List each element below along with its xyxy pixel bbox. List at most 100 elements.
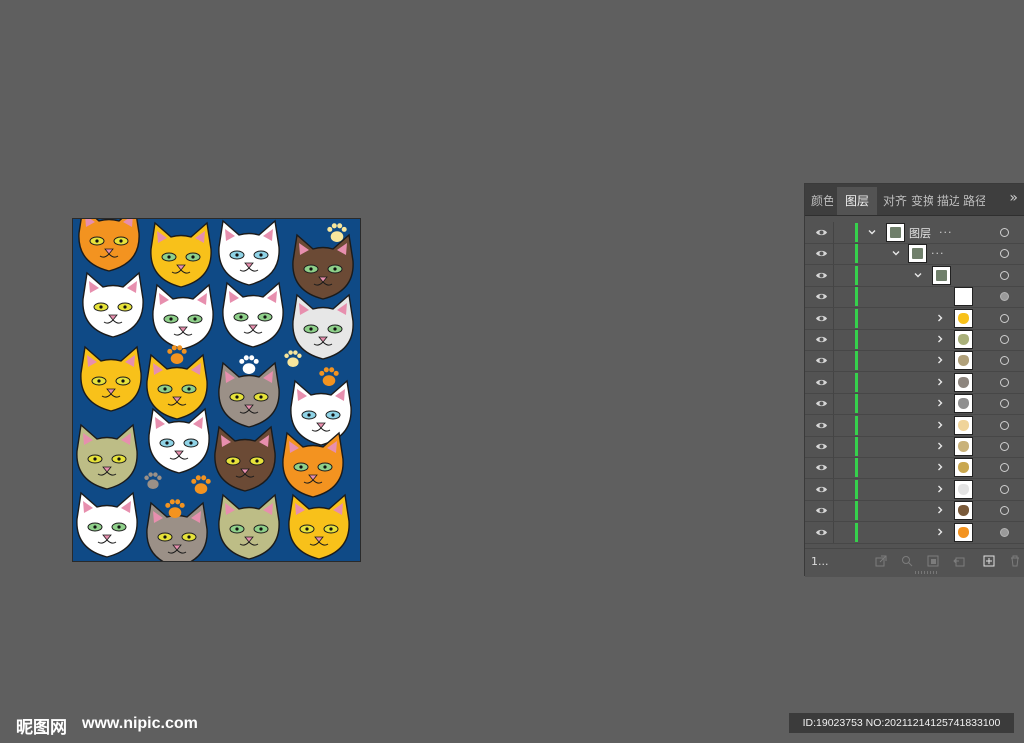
layer-row[interactable] <box>805 457 1024 480</box>
cat-head <box>82 271 144 338</box>
target-circle-icon[interactable] <box>1000 292 1009 302</box>
lock-column[interactable] <box>833 222 834 243</box>
layer-row[interactable] <box>805 329 1024 351</box>
target-circle-icon[interactable] <box>1000 506 1009 516</box>
lock-column[interactable] <box>833 264 834 286</box>
target-circle-icon[interactable] <box>1000 463 1009 473</box>
target-circle-icon[interactable] <box>1000 356 1009 366</box>
eye-visibility-icon[interactable] <box>815 313 828 324</box>
lock-column[interactable] <box>833 350 834 372</box>
layer-row[interactable] <box>805 436 1024 458</box>
eye-visibility-icon[interactable] <box>815 355 828 366</box>
layer-row[interactable] <box>805 393 1024 416</box>
target-circle-icon[interactable] <box>1000 313 1009 323</box>
chevron-right-icon[interactable] <box>935 398 945 408</box>
layer-thumbnail <box>909 245 926 263</box>
layer-row[interactable]: ... <box>805 243 1024 266</box>
chevron-right-icon[interactable] <box>935 527 945 537</box>
layer-row[interactable] <box>805 500 1024 523</box>
chevron-right-icon[interactable] <box>935 377 945 387</box>
chevron-right-icon[interactable] <box>935 484 945 494</box>
target-circle-icon[interactable] <box>1000 249 1009 259</box>
eye-visibility-icon[interactable] <box>815 527 828 538</box>
layer-color-bar <box>855 330 858 349</box>
chevron-right-icon[interactable] <box>935 462 945 472</box>
layer-row[interactable] <box>805 521 1024 544</box>
chevron-right-icon[interactable] <box>935 441 945 451</box>
eye-visibility-icon[interactable] <box>815 505 828 516</box>
lock-column[interactable] <box>833 329 834 350</box>
layer-color-bar <box>855 244 858 264</box>
target-circle-icon[interactable] <box>1000 335 1009 344</box>
chevron-right-icon[interactable] <box>935 355 945 365</box>
chevron-right-icon[interactable] <box>935 334 945 344</box>
lock-column[interactable] <box>833 521 834 543</box>
lock-column[interactable] <box>833 393 834 415</box>
eye-visibility-icon[interactable] <box>815 291 828 302</box>
layer-color-bar <box>855 479 858 499</box>
target-circle-icon[interactable] <box>1000 270 1009 280</box>
layer-row[interactable] <box>805 264 1024 287</box>
lock-column[interactable] <box>833 478 834 500</box>
lock-column[interactable] <box>833 457 834 479</box>
eye-visibility-icon[interactable] <box>815 227 828 238</box>
cat-head <box>78 219 140 272</box>
tab-pathfinder[interactable]: 路径 <box>963 190 985 214</box>
eye-visibility-icon[interactable] <box>815 441 828 452</box>
layer-row[interactable] <box>805 307 1024 330</box>
lock-column[interactable] <box>833 307 834 329</box>
eye-visibility-icon[interactable] <box>815 398 828 409</box>
layer-row[interactable] <box>805 371 1024 394</box>
lock-column[interactable] <box>833 414 834 436</box>
target-circle-icon[interactable] <box>1000 527 1009 537</box>
layer-name[interactable]: 图层 <box>909 225 931 241</box>
target-circle-icon[interactable] <box>1000 442 1009 451</box>
new-sublayer-icon[interactable] <box>953 555 965 567</box>
artboard-canvas[interactable] <box>73 219 360 561</box>
lock-column[interactable] <box>833 243 834 265</box>
make-clip-mask-icon[interactable] <box>927 555 939 567</box>
locate-object-icon[interactable] <box>901 555 913 567</box>
layer-row[interactable] <box>805 350 1024 373</box>
lock-column[interactable] <box>833 371 834 393</box>
export-icon[interactable] <box>875 555 887 567</box>
lock-column[interactable] <box>833 286 834 308</box>
tab-stroke[interactable]: 描边 <box>937 190 959 214</box>
cat-head <box>290 379 352 446</box>
layer-row[interactable]: 图层... <box>805 222 1024 244</box>
target-circle-icon[interactable] <box>1000 484 1009 494</box>
eye-visibility-icon[interactable] <box>815 484 828 495</box>
chevron-right-icon[interactable] <box>935 420 945 430</box>
eye-visibility-icon[interactable] <box>815 248 828 259</box>
target-circle-icon[interactable] <box>1000 377 1009 387</box>
chevron-down-icon[interactable] <box>891 248 901 258</box>
panel-expand-icon[interactable]: » <box>1009 190 1018 206</box>
layer-row[interactable] <box>805 478 1024 501</box>
panel-resize-grip[interactable] <box>915 571 937 574</box>
target-circle-icon[interactable] <box>1000 420 1009 430</box>
chevron-right-icon[interactable] <box>935 505 945 515</box>
layer-row[interactable] <box>805 286 1024 309</box>
cat-head <box>214 425 276 492</box>
chevron-down-icon[interactable] <box>913 270 923 280</box>
layer-name-truncation: ... <box>931 244 945 258</box>
layer-row[interactable] <box>805 414 1024 437</box>
tab-color[interactable]: 颜色 <box>811 190 833 214</box>
eye-visibility-icon[interactable] <box>815 270 828 281</box>
delete-icon[interactable] <box>1009 555 1021 567</box>
chevron-right-icon[interactable] <box>935 313 945 323</box>
target-circle-icon[interactable] <box>1000 399 1009 409</box>
tab-layers[interactable]: 图层 <box>837 187 877 215</box>
eye-visibility-icon[interactable] <box>815 334 828 345</box>
tab-align[interactable]: 对齐 <box>883 190 907 214</box>
eye-visibility-icon[interactable] <box>815 420 828 431</box>
eye-visibility-icon[interactable] <box>815 462 828 473</box>
chevron-down-icon[interactable] <box>867 227 877 237</box>
lock-column[interactable] <box>833 436 834 457</box>
tab-transform[interactable]: 变换 <box>911 190 933 214</box>
eye-visibility-icon[interactable] <box>815 377 828 388</box>
new-layer-icon[interactable] <box>983 555 995 567</box>
target-circle-icon[interactable] <box>1000 228 1009 237</box>
layers-panel: 颜色 图层 对齐 变换 描边 路径 » 图层...... 1... <box>804 183 1024 577</box>
lock-column[interactable] <box>833 500 834 522</box>
